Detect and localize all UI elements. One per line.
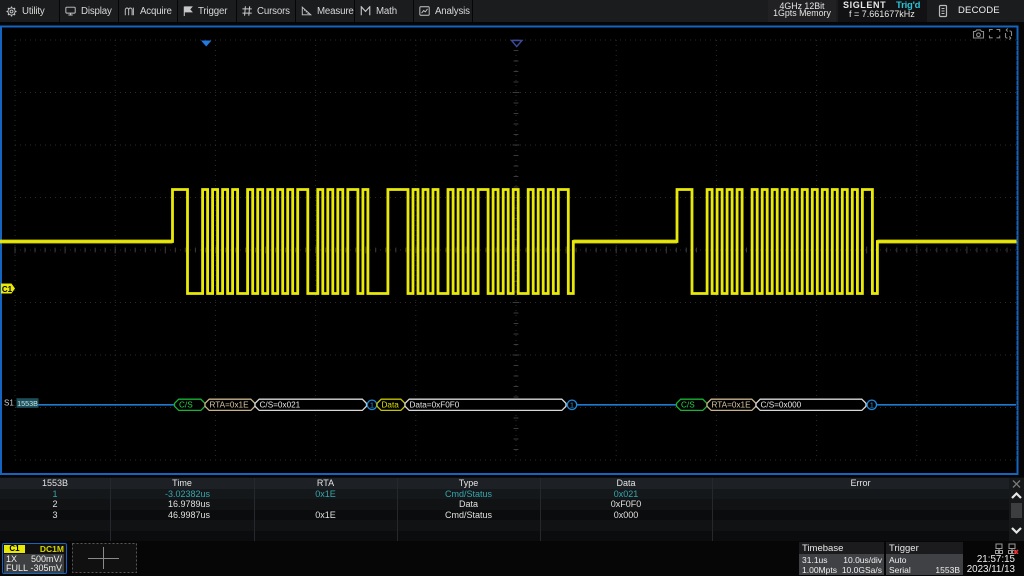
svg-text:1: 1 [570, 401, 574, 410]
svg-text:1: 1 [370, 401, 374, 410]
svg-text:1553B: 1553B [17, 399, 38, 408]
svg-text:Data=0xF0F0: Data=0xF0F0 [410, 401, 460, 410]
svg-text:C1: C1 [2, 285, 13, 294]
svg-text:1: 1 [870, 401, 874, 410]
svg-text:C/S=0x021: C/S=0x021 [260, 401, 301, 410]
svg-text:RTA=0x1E: RTA=0x1E [712, 401, 752, 410]
svg-text:Data: Data [382, 401, 400, 410]
svg-text:C/S: C/S [681, 401, 695, 410]
svg-text:S1: S1 [4, 399, 14, 408]
svg-text:C/S: C/S [179, 401, 193, 410]
svg-text:RTA=0x1E: RTA=0x1E [210, 401, 250, 410]
svg-text:C/S=0x000: C/S=0x000 [761, 401, 802, 410]
